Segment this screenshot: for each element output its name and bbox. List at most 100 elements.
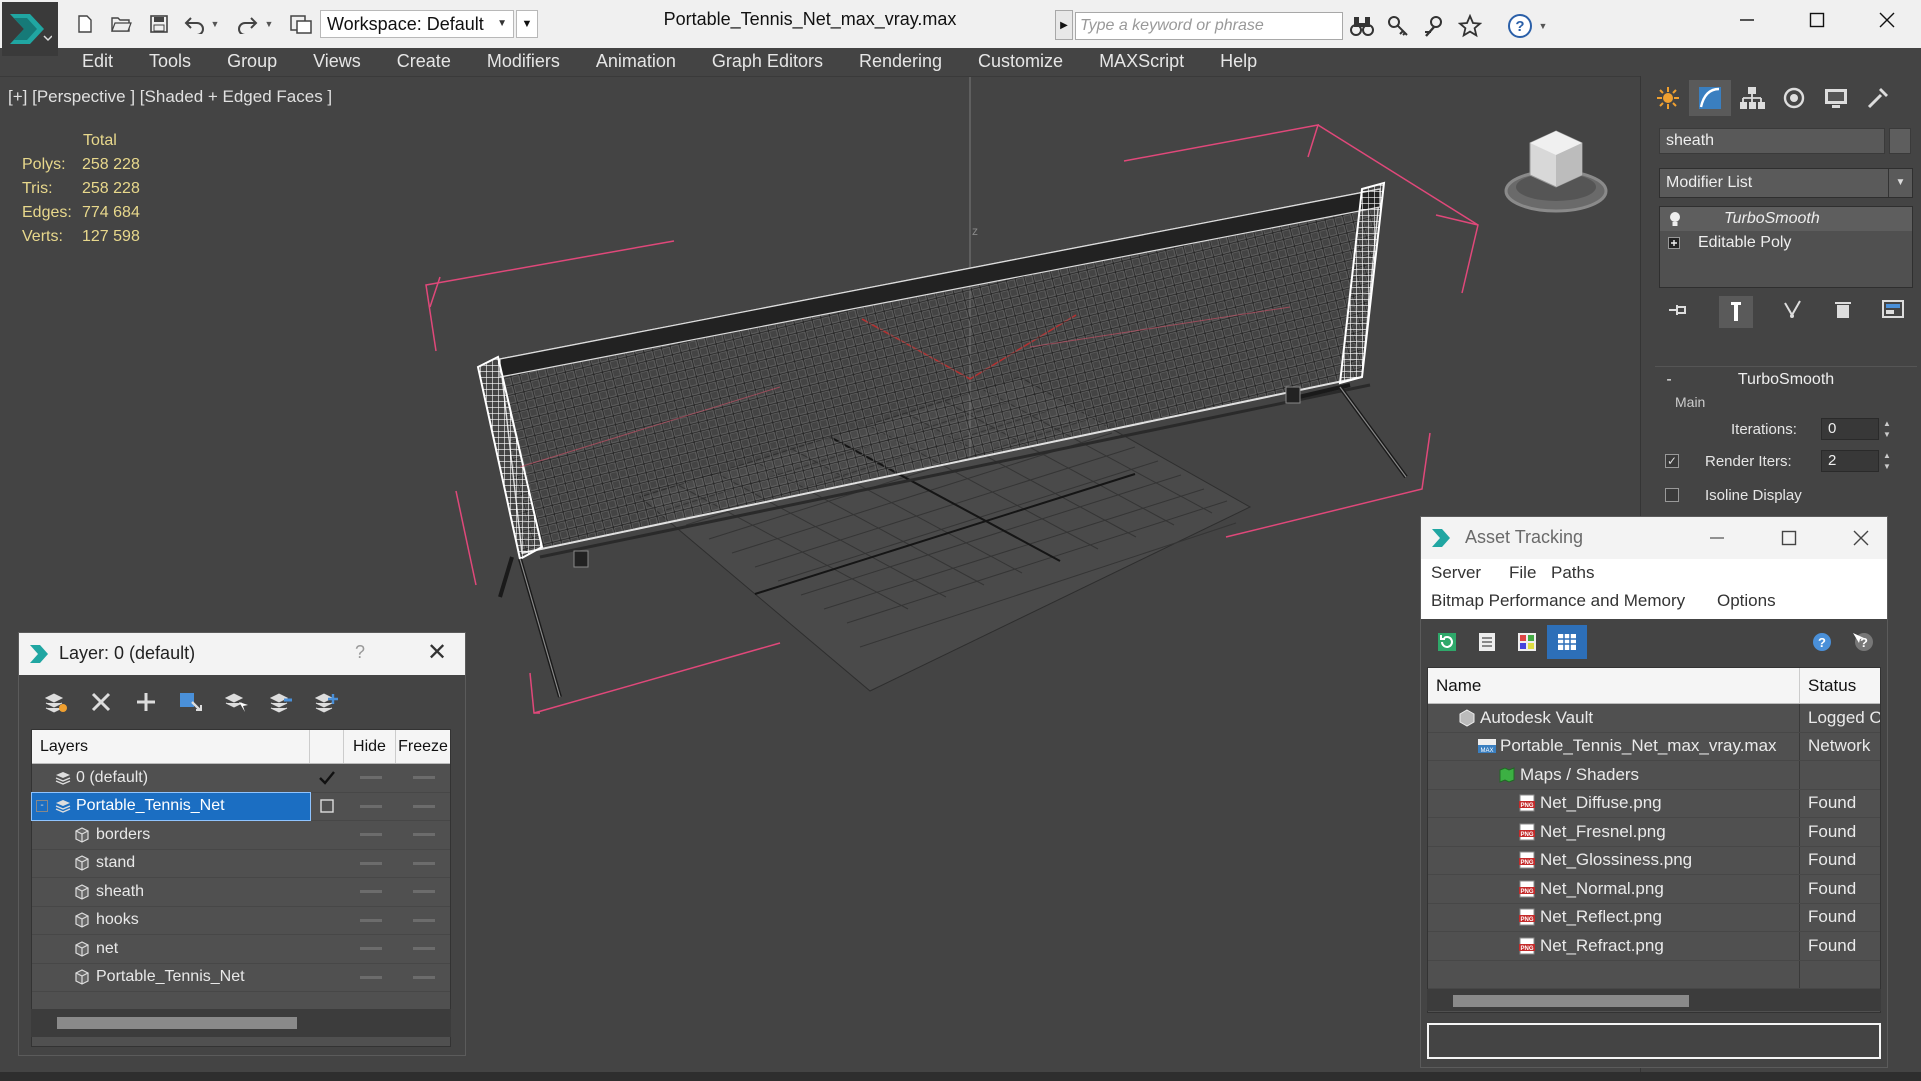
current-layer-cell[interactable] [310, 799, 344, 813]
hide-toggle[interactable] [344, 918, 397, 922]
freeze-toggle[interactable] [397, 975, 450, 979]
asset-name-cell[interactable]: Autodesk Vault [1428, 704, 1800, 732]
asset-row[interactable]: PNG Net_Refract.png Found [1428, 932, 1880, 961]
collapse-icon[interactable]: - [1655, 371, 1683, 389]
asset-window-titlebar[interactable]: Asset Tracking [1421, 517, 1887, 559]
create-layer-icon[interactable] [123, 685, 168, 719]
layer-row[interactable]: borders [32, 821, 450, 850]
binoculars-icon[interactable] [1348, 12, 1376, 40]
list-view-icon[interactable] [1467, 625, 1507, 659]
app-logo-icon[interactable] [2, 2, 58, 56]
layer-row[interactable]: stand [32, 850, 450, 878]
freeze-toggle[interactable] [397, 833, 450, 837]
freeze-toggle[interactable] [397, 890, 450, 894]
hierarchy-tab-icon[interactable] [1731, 80, 1773, 116]
help-button[interactable]: ? [355, 642, 365, 663]
minimize-icon[interactable] [1697, 523, 1737, 553]
help-dropdown-icon[interactable]: ▼ [1536, 12, 1550, 40]
viewcube-icon[interactable] [1500, 123, 1612, 223]
redo-icon[interactable] [234, 12, 260, 36]
freeze-toggle[interactable] [397, 918, 450, 922]
asset-row[interactable]: PNG Net_Normal.png Found [1428, 875, 1880, 904]
redo-dropdown-icon[interactable]: ▼ [262, 12, 276, 36]
viewport-label[interactable]: [+] [Perspective ] [Shaded + Edged Faces… [8, 87, 332, 107]
layer-row[interactable]: sheath [32, 878, 450, 907]
hide-toggle[interactable] [344, 804, 397, 808]
menu-file[interactable]: File [1509, 563, 1536, 583]
hide-toggle[interactable] [344, 947, 397, 951]
display-tab-monitor-icon[interactable] [1815, 80, 1857, 116]
plus-box-icon[interactable] [1668, 237, 1692, 249]
open-file-icon[interactable] [108, 12, 134, 36]
freeze-toggle[interactable] [397, 776, 450, 780]
lightbulb-icon[interactable] [1668, 211, 1692, 227]
menu-bitmap-performance[interactable]: Bitmap Performance and Memory [1431, 591, 1685, 611]
horizontal-scrollbar[interactable] [1427, 989, 1881, 1011]
layer-name-cell[interactable]: hooks [32, 907, 310, 935]
maximize-button[interactable] [1782, 0, 1852, 40]
asset-row[interactable]: Maps / Shaders [1428, 761, 1880, 790]
asset-name-cell[interactable]: MAX Portable_Tennis_Net_max_vray.max [1428, 732, 1800, 760]
undo-icon[interactable] [182, 12, 208, 36]
hide-toggle[interactable] [344, 776, 397, 780]
layer-name-cell[interactable]: - Portable_Tennis_Net [31, 791, 311, 821]
asset-name-cell[interactable]: PNG Net_Glossiness.png [1428, 846, 1800, 874]
menu-paths[interactable]: Paths [1551, 563, 1594, 583]
horizontal-scrollbar[interactable] [31, 1009, 451, 1037]
menu-modifiers[interactable]: Modifiers [469, 48, 578, 74]
undo-dropdown-icon[interactable]: ▼ [208, 12, 222, 36]
table-view-icon[interactable] [1547, 625, 1587, 659]
search-expand-button[interactable]: ▶ [1055, 10, 1073, 40]
hide-column-header[interactable]: Hide [344, 730, 396, 763]
layer-row[interactable]: hooks [32, 907, 450, 935]
delete-layer-icon[interactable] [78, 685, 123, 719]
refresh-icon[interactable] [1427, 625, 1467, 659]
menu-help[interactable]: Help [1202, 48, 1275, 74]
remove-modifier-trash-icon[interactable] [1834, 300, 1852, 325]
asset-name-cell[interactable]: PNG Net_Fresnel.png [1428, 818, 1800, 846]
asset-row[interactable]: MAX Portable_Tennis_Net_max_vray.max Netwo… [1428, 732, 1880, 761]
set-current-layer-icon[interactable] [33, 685, 78, 719]
collapse-toggle-icon[interactable]: - [36, 800, 48, 813]
workspace-dropdown[interactable]: Workspace: Default ▼ [320, 10, 514, 38]
name-column-header[interactable]: Name [1428, 668, 1800, 703]
project-folder-icon[interactable] [288, 12, 314, 36]
freeze-toggle[interactable] [397, 947, 450, 951]
menu-create[interactable]: Create [379, 48, 469, 74]
menu-options[interactable]: Options [1717, 591, 1776, 611]
sign-in-icon[interactable] [1420, 12, 1448, 40]
asset-name-cell[interactable] [1428, 960, 1800, 988]
thumbnail-view-icon[interactable] [1507, 625, 1547, 659]
asset-row[interactable]: PNG Net_Reflect.png Found [1428, 903, 1880, 932]
help-icon[interactable]: ? [1803, 625, 1843, 659]
favorites-star-icon[interactable] [1456, 12, 1484, 40]
new-file-icon[interactable] [72, 12, 98, 36]
freeze-column-header[interactable]: Freeze [396, 730, 450, 763]
layers-column-header[interactable]: Layers [32, 730, 310, 763]
help-icon[interactable]: ? [1506, 12, 1534, 40]
minimize-button[interactable] [1712, 0, 1782, 40]
layer-name-cell[interactable]: Portable_Tennis_Net [32, 964, 310, 992]
current-column-header[interactable] [310, 730, 344, 763]
whats-this-help-icon[interactable]: ? [1843, 625, 1883, 659]
search-input[interactable] [1075, 12, 1343, 40]
create-tab-sun-icon[interactable] [1647, 80, 1689, 116]
menu-tools[interactable]: Tools [131, 48, 209, 74]
modifier-list-dropdown[interactable]: Modifier List ▼ [1659, 168, 1913, 198]
key-tools-icon[interactable] [1384, 12, 1412, 40]
layer-name-cell[interactable]: sheath [32, 878, 310, 906]
freeze-toggle[interactable] [397, 861, 450, 865]
utilities-tab-hammer-icon[interactable] [1857, 80, 1899, 116]
render-iters-checkbox[interactable]: ✓ [1665, 454, 1679, 468]
menu-edit[interactable]: Edit [58, 48, 131, 74]
menu-group[interactable]: Group [209, 48, 295, 74]
add-to-layer-icon[interactable] [168, 685, 213, 719]
render-iters-spinner[interactable]: 2 [1821, 450, 1879, 472]
select-in-layer-icon[interactable] [213, 685, 258, 719]
close-button[interactable] [1852, 0, 1921, 40]
menu-server[interactable]: Server [1431, 563, 1481, 583]
menu-views[interactable]: Views [295, 48, 379, 74]
menu-maxscript[interactable]: MAXScript [1081, 48, 1202, 74]
object-color-swatch[interactable] [1889, 128, 1911, 154]
layer-name-cell[interactable]: borders [32, 821, 310, 849]
